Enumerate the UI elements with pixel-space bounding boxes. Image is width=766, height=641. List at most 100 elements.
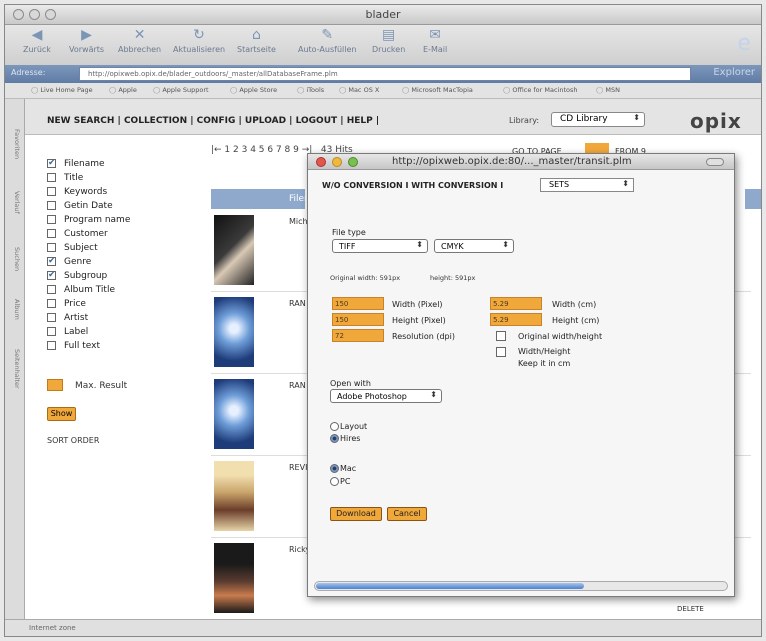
- side-tab-search[interactable]: Suchen: [7, 247, 21, 271]
- field-checkbox-subject[interactable]: Subject: [47, 243, 98, 256]
- side-tab-favorites[interactable]: Favoriten: [7, 129, 21, 159]
- album-thumbnail[interactable]: [214, 379, 254, 449]
- autofill-button[interactable]: ✎ Auto-Ausfüllen: [298, 27, 356, 54]
- side-tab-history[interactable]: Verlauf: [7, 191, 21, 214]
- popup-zoom-button[interactable]: [348, 157, 358, 167]
- field-checkbox-artist[interactable]: Artist: [47, 313, 88, 326]
- fav-microsoft-mactopia[interactable]: Microsoft MacTopia: [402, 86, 473, 94]
- back-arrow-icon: ◀: [31, 27, 43, 43]
- refresh-button[interactable]: ↻ Aktualisieren: [173, 27, 225, 54]
- fav-live-home-page[interactable]: Live Home Page: [31, 86, 92, 94]
- cancel-button[interactable]: Cancel: [387, 507, 427, 521]
- album-thumbnail[interactable]: [214, 461, 254, 531]
- scrollbar-thumb[interactable]: [316, 583, 584, 589]
- field-checkbox-price[interactable]: Price: [47, 299, 86, 312]
- max-result-label: Max. Result: [75, 381, 128, 391]
- horizontal-scrollbar[interactable]: [314, 581, 728, 591]
- main-menu[interactable]: NEW SEARCH | COLLECTION | CONFIG | UPLOA…: [47, 116, 379, 126]
- fav-itools[interactable]: iTools: [297, 86, 324, 94]
- width-cm-label: Width (cm): [552, 300, 597, 309]
- open-with-select[interactable]: Adobe Photoshop ⬍: [330, 389, 442, 403]
- fav-msn[interactable]: MSN: [596, 86, 620, 94]
- field-checkbox-subgroup[interactable]: ✔ Subgroup: [47, 271, 107, 284]
- result-name[interactable]: RAN: [289, 381, 306, 390]
- field-checkbox-album-title[interactable]: Album Title: [47, 285, 115, 298]
- height-cm-input[interactable]: 5.29: [490, 313, 542, 326]
- side-tab-album[interactable]: Album: [7, 299, 21, 320]
- delete-link[interactable]: DELETE: [677, 605, 704, 613]
- resolution-input[interactable]: 72: [332, 329, 384, 342]
- result-name[interactable]: Mich: [289, 217, 308, 226]
- home-button[interactable]: ⌂ Startseite: [237, 27, 276, 54]
- select-arrows-icon: ⬍: [416, 240, 423, 249]
- layout-radio[interactable]: Layout: [330, 422, 367, 431]
- height-cm-label: Height (cm): [552, 316, 600, 325]
- popup-close-button[interactable]: [316, 157, 326, 167]
- hires-radio[interactable]: Hires: [330, 434, 360, 443]
- popup-minimize-button[interactable]: [332, 157, 342, 167]
- explorer-label: Explorer: [713, 67, 755, 78]
- fav-office-for-macintosh[interactable]: Office for Macintosh: [503, 86, 577, 94]
- results-header-right: [745, 189, 761, 209]
- address-bar: Adresse: http://opixweb.opix.de/blader_o…: [5, 65, 761, 83]
- color-mode-select[interactable]: CMYK ⬍: [434, 239, 514, 253]
- pc-radio[interactable]: PC: [330, 477, 350, 486]
- field-checkbox-label[interactable]: Label: [47, 327, 88, 340]
- result-name[interactable]: REVI: [289, 463, 307, 472]
- status-text: Internet zone: [29, 624, 76, 632]
- fav-apple[interactable]: Apple: [109, 86, 137, 94]
- popup-title: http://opixweb.opix.de:80/..._master/tra…: [392, 156, 632, 167]
- width-cm-input[interactable]: 5.29: [490, 297, 542, 310]
- field-checkbox-filename[interactable]: ✔ Filename: [47, 159, 105, 172]
- email-button[interactable]: ✉ E-Mail: [423, 27, 447, 54]
- download-button[interactable]: Download: [330, 507, 382, 521]
- max-result-input[interactable]: [47, 379, 63, 391]
- forward-button[interactable]: ▶ Vorwärts: [69, 27, 104, 54]
- field-checkbox-getin-date[interactable]: Getin Date: [47, 201, 113, 214]
- field-checkbox-title[interactable]: Title: [47, 173, 83, 186]
- keep-in-cm-checkbox[interactable]: [496, 347, 506, 357]
- sets-select[interactable]: SETS ⬍: [540, 178, 634, 192]
- stop-icon: ✕: [133, 27, 146, 43]
- address-input[interactable]: http://opixweb.opix.de/blader_outdoors/_…: [79, 67, 691, 81]
- status-bar: Internet zone: [5, 619, 761, 636]
- field-checkbox-program-name[interactable]: Program name: [47, 215, 130, 228]
- fav-mac-os-x[interactable]: Mac OS X: [339, 86, 379, 94]
- app-navbar: NEW SEARCH | COLLECTION | CONFIG | UPLOA…: [25, 99, 761, 135]
- file-type-select[interactable]: TIFF ⬍: [332, 239, 428, 253]
- field-checkbox-keywords[interactable]: Keywords: [47, 187, 107, 200]
- fav-apple-store[interactable]: Apple Store: [230, 86, 277, 94]
- show-button[interactable]: Show: [47, 407, 76, 421]
- opix-logo: opix: [690, 109, 742, 133]
- width-pixel-input[interactable]: 150: [332, 297, 384, 310]
- window-title: blader: [365, 8, 401, 21]
- checkmark-icon: ✔: [47, 270, 56, 280]
- print-button[interactable]: ▤ Drucken: [372, 27, 405, 54]
- field-checkbox-full-text[interactable]: Full text: [47, 341, 100, 354]
- album-thumbnail[interactable]: [214, 215, 254, 285]
- side-tab-page-holder[interactable]: Seitenhalter: [7, 349, 21, 389]
- height-pixel-input[interactable]: 150: [332, 313, 384, 326]
- mac-radio[interactable]: Mac: [330, 464, 356, 473]
- select-arrows-icon: ⬍: [622, 179, 629, 188]
- popup-toolbar-toggle[interactable]: [706, 158, 724, 166]
- sort-order-label: SORT ORDER: [47, 436, 100, 445]
- conversion-nav[interactable]: W/O CONVERSION I WITH CONVERSION I: [322, 181, 503, 190]
- original-width-height-label: Original width/height: [518, 332, 603, 341]
- back-button[interactable]: ◀ Zurück: [23, 27, 51, 54]
- address-label: Adresse:: [11, 68, 46, 77]
- album-thumbnail[interactable]: [214, 543, 254, 613]
- stop-button[interactable]: ✕ Abbrechen: [118, 27, 161, 54]
- height-pixel-label: Height (Pixel): [392, 316, 446, 325]
- library-label: Library:: [509, 116, 540, 125]
- file-type-label: File type: [332, 228, 366, 237]
- album-thumbnail[interactable]: [214, 297, 254, 367]
- field-checkbox-genre[interactable]: ✔ Genre: [47, 257, 91, 270]
- checkmark-icon: ✔: [47, 256, 56, 266]
- library-select[interactable]: CD Library ⬍: [551, 112, 645, 127]
- field-checkbox-customer[interactable]: Customer: [47, 229, 108, 242]
- forward-arrow-icon: ▶: [81, 27, 92, 43]
- result-name[interactable]: RAN: [289, 299, 306, 308]
- original-width-height-checkbox[interactable]: [496, 331, 506, 341]
- fav-apple-support[interactable]: Apple Support: [153, 86, 208, 94]
